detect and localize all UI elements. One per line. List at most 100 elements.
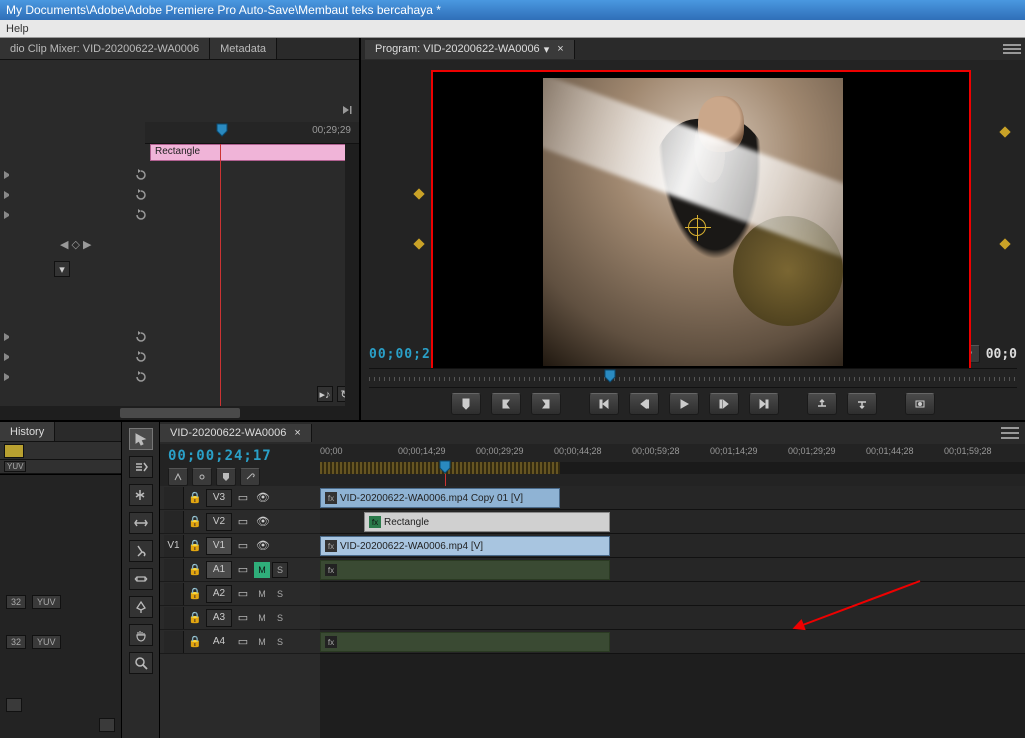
lock-icon[interactable]: 🔒 — [186, 489, 204, 507]
step-back-button[interactable] — [629, 393, 659, 415]
twisty-icon[interactable] — [4, 211, 12, 219]
fx-badge[interactable]: fx — [325, 540, 337, 552]
solo-button[interactable]: S — [272, 586, 288, 602]
fx-badge[interactable]: fx — [325, 636, 337, 648]
slip-tool[interactable] — [129, 568, 153, 590]
twisty-icon[interactable] — [4, 373, 12, 381]
effect-clip-header[interactable]: Rectangle — [150, 144, 351, 161]
panel-menu-icon[interactable] — [1003, 42, 1021, 56]
effect-playhead-line[interactable] — [220, 144, 221, 406]
toggle-output-icon[interactable]: ▭ — [234, 585, 252, 603]
reset-icon[interactable] — [134, 188, 148, 202]
track-label[interactable]: A3 — [206, 609, 232, 627]
twisty-icon[interactable] — [4, 171, 12, 179]
folder-icon[interactable] — [6, 698, 22, 712]
solo-button[interactable]: S — [272, 634, 288, 650]
eye-icon[interactable]: 👁 — [254, 513, 272, 531]
track-label[interactable]: V3 — [206, 489, 232, 507]
effect-h-scrollbar[interactable] — [0, 406, 359, 420]
lock-icon[interactable]: 🔒 — [186, 609, 204, 627]
program-monitor-viewport[interactable] — [361, 60, 1025, 342]
clip-a1[interactable]: fx — [320, 560, 610, 580]
lock-icon[interactable]: 🔒 — [186, 561, 204, 579]
toggle-output-icon[interactable]: ▭ — [234, 561, 252, 579]
rate-stretch-tool[interactable] — [129, 512, 153, 534]
source-patch-v1[interactable]: V1 — [164, 535, 184, 557]
track-select-tool[interactable] — [129, 456, 153, 478]
preset-icon[interactable] — [4, 444, 24, 458]
timeline-lanes[interactable]: fx VID-20200622-WA0006.mp4 Copy 01 [V] f… — [320, 486, 1025, 738]
track-label[interactable]: A2 — [206, 585, 232, 603]
selection-tool[interactable] — [129, 428, 153, 450]
add-marker-button[interactable] — [216, 468, 236, 486]
mute-button[interactable]: M — [254, 586, 270, 602]
track-label[interactable]: V2 — [206, 513, 232, 531]
safe-margin-handle-icon[interactable] — [415, 190, 425, 200]
track-label[interactable]: A4 — [206, 633, 232, 651]
lock-icon[interactable]: 🔒 — [186, 537, 204, 555]
menu-help[interactable]: Help — [6, 23, 29, 35]
play-button[interactable] — [669, 393, 699, 415]
fx-badge[interactable]: fx — [325, 564, 337, 576]
lock-icon[interactable]: 🔒 — [186, 513, 204, 531]
lock-icon[interactable]: 🔒 — [186, 585, 204, 603]
timeline-sequence-tab[interactable]: VID-20200622-WA0006 × — [160, 424, 312, 442]
solo-button[interactable]: S — [272, 610, 288, 626]
reset-icon[interactable] — [134, 370, 148, 384]
eye-icon[interactable]: 👁 — [254, 489, 272, 507]
anchor-point-icon[interactable] — [688, 218, 706, 236]
go-to-in-button[interactable] — [589, 393, 619, 415]
reset-icon[interactable] — [134, 208, 148, 222]
track-header-a1[interactable]: 🔒 A1 ▭ M S — [160, 558, 320, 582]
timeline-ruler[interactable]: 00;00 00;00;14;29 00;00;29;29 00;00;44;2… — [320, 444, 1025, 486]
track-header-v3[interactable]: 🔒 V3 ▭ 👁 — [160, 486, 320, 510]
snap-toggle-button[interactable] — [168, 468, 188, 486]
export-frame-button[interactable] — [905, 393, 935, 415]
safe-margin-handle-icon[interactable] — [1001, 128, 1011, 138]
menu-bar[interactable]: Help — [0, 20, 1025, 38]
ripple-edit-tool[interactable] — [129, 484, 153, 506]
add-marker-button[interactable] — [451, 393, 481, 415]
clip-a4[interactable]: fx — [320, 632, 610, 652]
lock-icon[interactable]: 🔒 — [186, 633, 204, 651]
twisty-icon[interactable] — [4, 353, 12, 361]
clip-v2-rectangle[interactable]: fx Rectangle — [364, 512, 610, 532]
toggle-output-icon[interactable]: ▭ — [234, 537, 252, 555]
close-tab-icon[interactable]: × — [294, 427, 300, 439]
timeline-timecode[interactable]: 00;00;24;17 — [168, 448, 312, 464]
mute-button[interactable]: M — [254, 562, 270, 578]
track-header-v1[interactable]: V1 🔒 V1 ▭ 👁 — [160, 534, 320, 558]
mute-button[interactable]: M — [254, 610, 270, 626]
track-header-v2[interactable]: 🔒 V2 ▭ 👁 — [160, 510, 320, 534]
toggle-output-icon[interactable]: ▭ — [234, 609, 252, 627]
toggle-output-icon[interactable]: ▭ — [234, 489, 252, 507]
dropdown-button[interactable]: ▾ — [54, 261, 70, 277]
hand-tool[interactable] — [129, 624, 153, 646]
linked-selection-button[interactable] — [192, 468, 212, 486]
mark-out-button[interactable] — [531, 393, 561, 415]
safe-margin-handle-icon[interactable] — [415, 240, 425, 250]
mute-button[interactable]: M — [254, 634, 270, 650]
playhead-jump-icon[interactable] — [341, 104, 353, 119]
clip-v3[interactable]: fx VID-20200622-WA0006.mp4 Copy 01 [V] — [320, 488, 560, 508]
razor-tool[interactable] — [129, 540, 153, 562]
timeline-settings-button[interactable] — [240, 468, 260, 486]
close-tab-icon[interactable]: × — [557, 43, 563, 55]
eye-icon[interactable]: 👁 — [254, 537, 272, 555]
tab-audio-clip-mixer[interactable]: dio Clip Mixer: VID-20200622-WA0006 — [0, 38, 210, 59]
safe-margin-handle-icon[interactable] — [1001, 240, 1011, 250]
keyframe-nav[interactable]: ◀ ◇ ▶ — [60, 238, 92, 251]
toggle-output-icon[interactable]: ▭ — [234, 513, 252, 531]
tab-metadata[interactable]: Metadata — [210, 38, 277, 59]
effect-playhead-icon[interactable] — [215, 123, 229, 137]
dropdown-arrow-icon[interactable]: ▾ — [544, 43, 550, 56]
program-playhead-icon[interactable] — [603, 369, 617, 390]
tab-history[interactable]: History — [0, 422, 55, 441]
fx-badge[interactable]: fx — [325, 492, 337, 504]
twisty-icon[interactable] — [4, 191, 12, 199]
step-forward-button[interactable] — [709, 393, 739, 415]
toggle-animation-icon[interactable]: ▸♪ — [317, 386, 333, 402]
new-item-icon[interactable] — [99, 718, 115, 732]
track-header-a2[interactable]: 🔒 A2 ▭ M S — [160, 582, 320, 606]
pen-tool[interactable] — [129, 596, 153, 618]
